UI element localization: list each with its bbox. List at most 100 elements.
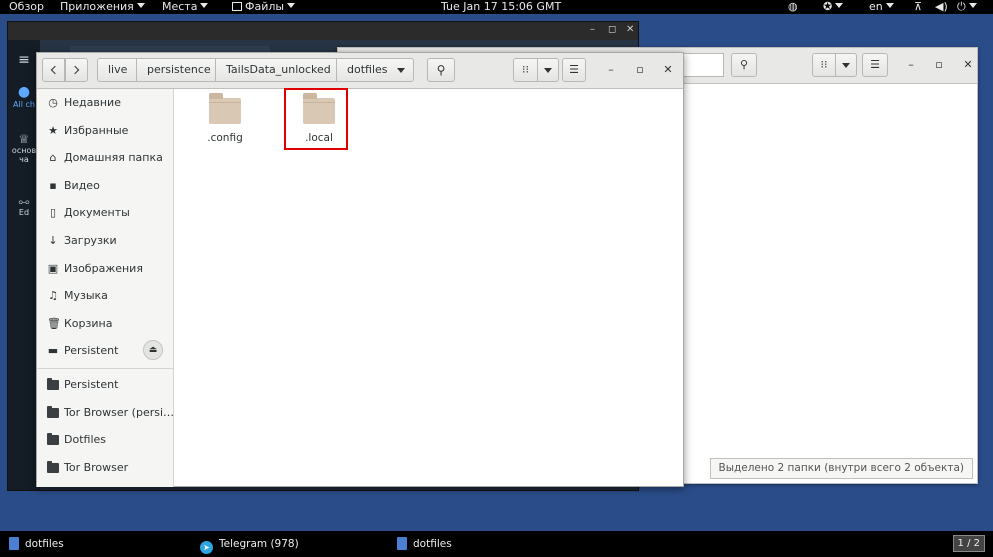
folder-icon — [47, 406, 59, 418]
sidebar-item-starred[interactable]: ★ Избранные — [37, 119, 174, 143]
chevron-down-icon — [842, 63, 850, 68]
video-icon: ▪︎ — [49, 179, 57, 192]
sidebar-item-downloads[interactable]: ↓ Загрузки — [37, 229, 174, 253]
keyboard-layout-menu[interactable]: en — [869, 0, 894, 14]
trash-icon: 🗑︎ — [47, 317, 61, 330]
files-icon — [9, 537, 19, 550]
back-button[interactable] — [42, 58, 65, 82]
files-app-menu[interactable]: Файлы — [232, 0, 296, 14]
hamburger-icon: ☰ — [870, 58, 880, 71]
breadcrumb-persistence[interactable]: persistence — [136, 58, 216, 82]
applications-menu[interactable]: Приложения — [60, 0, 145, 14]
chevron-down-icon — [287, 3, 296, 8]
activities-button[interactable]: Обзор — [9, 0, 44, 14]
view-options-button[interactable] — [537, 58, 559, 82]
task-telegram[interactable]: ➤ Telegram (978) — [200, 537, 299, 554]
minimize-button[interactable]: – — [905, 58, 917, 71]
telegram-icon: ➤ — [200, 541, 213, 554]
maximize-button[interactable]: ◻ — [608, 24, 616, 35]
folder-icon — [209, 93, 241, 124]
sidebar-bookmark-persistent[interactable]: Persistent — [37, 373, 174, 397]
minimize-button[interactable]: – — [590, 24, 595, 35]
menu-button[interactable]: ☰ — [862, 53, 888, 77]
maximize-button[interactable]: ▫ — [933, 58, 945, 71]
sidebar-item-pictures[interactable]: ▣ Изображения — [37, 257, 174, 281]
accessibility-menu[interactable]: ✪ — [823, 0, 844, 14]
red-annotation-box — [284, 88, 348, 150]
eject-icon[interactable]: ⏏ — [143, 340, 163, 360]
clock-icon: ◷ — [48, 96, 58, 109]
chevron-down-icon — [968, 3, 977, 8]
sidebar-item-documents[interactable]: ▯ Документы — [37, 201, 174, 225]
breadcrumb-dotfiles[interactable]: dotfiles — [336, 58, 414, 82]
chevron-right-icon — [70, 65, 80, 75]
menu-button[interactable]: ☰ — [562, 58, 586, 82]
chevron-down-icon — [544, 68, 552, 73]
breadcrumb-tailsdata[interactable]: TailsData_unlocked — [215, 58, 337, 82]
workspace-indicator[interactable]: 1 / 2 — [952, 535, 985, 552]
breadcrumb-live[interactable]: live — [97, 58, 137, 82]
folder-icon — [47, 461, 59, 473]
maximize-button[interactable]: ▫ — [634, 63, 646, 76]
sidebar-bookmark-tor-browser[interactable]: Tor Browser — [37, 456, 174, 480]
sidebar-item-recent[interactable]: ◷ Недавние — [37, 91, 174, 115]
sidebar-item-label: Избранные — [64, 124, 129, 137]
sidebar-item-label: Корзина — [64, 317, 113, 330]
drive-icon: ▬ — [47, 344, 59, 357]
close-button[interactable]: ✕ — [626, 24, 634, 35]
sidebar-item-trash[interactable]: 🗑︎ Корзина — [37, 312, 174, 336]
clock[interactable]: Tue Jan 17 15:06 GMT — [441, 0, 561, 14]
folder-label: основ ча — [11, 146, 37, 164]
files-icon — [232, 2, 242, 11]
sidebar-item-label: Недавние — [64, 96, 121, 109]
task-label: Telegram (978) — [219, 538, 299, 550]
home-icon: ⌂ — [49, 151, 57, 164]
network-icon[interactable]: ⊼ — [914, 0, 922, 14]
power-icon: ⏻ — [957, 0, 966, 13]
search-icon: ⚲ — [739, 58, 749, 71]
list-view-icon: ⁝⁝ — [820, 58, 828, 71]
search-icon: ⚲ — [436, 63, 446, 77]
search-button[interactable]: ⚲ — [427, 58, 455, 82]
task-dotfiles-1[interactable]: dotfiles — [9, 537, 64, 551]
tor-onion-icon[interactable]: ◍ — [788, 0, 798, 14]
task-dotfiles-2[interactable]: dotfiles — [397, 537, 452, 551]
hamburger-icon: ☰ — [569, 63, 579, 76]
sidebar-divider — [37, 368, 174, 369]
forward-button[interactable] — [65, 58, 88, 82]
applications-label: Приложения — [60, 0, 134, 13]
sidebar-item-label: Документы — [64, 206, 130, 219]
folder-icon — [47, 433, 59, 445]
close-button[interactable]: ✕ — [662, 63, 674, 76]
sidebar-item-videos[interactable]: ▪︎ Видео — [37, 174, 174, 198]
chevron-down-icon — [397, 68, 405, 73]
sidebar-item-label: Загрузки — [64, 234, 117, 247]
close-button[interactable]: ✕ — [962, 58, 974, 71]
system-menu[interactable]: ⏻ — [957, 0, 977, 14]
chevron-down-icon — [136, 3, 145, 8]
sidebar-item-persistent-drive[interactable]: ▬ Persistent ⏏ — [37, 339, 174, 363]
music-icon: ♫ — [48, 289, 58, 302]
view-list-button[interactable]: ⁝⁝ — [812, 53, 836, 77]
search-button[interactable]: ⚲ — [731, 53, 757, 77]
sidebar-item-home[interactable]: ⌂ Домашняя папка — [37, 146, 174, 170]
places-label: Места — [162, 0, 198, 13]
sidebar-bookmark-dotfiles[interactable]: Dotfiles — [37, 428, 174, 452]
places-menu[interactable]: Места — [162, 0, 209, 14]
sidebar-bookmark-tor-browser-persistent[interactable]: Tor Browser (persi… — [37, 401, 174, 425]
sidebar-item-label: Dotfiles — [64, 433, 106, 446]
sidebar-item-label: Домашняя папка — [64, 151, 163, 164]
folder-item-config[interactable]: .config — [193, 93, 257, 144]
view-list-button[interactable]: ⁝⁝ — [513, 58, 538, 82]
sidebar-item-label: Persistent — [64, 378, 119, 391]
minimize-button[interactable]: – — [605, 63, 617, 76]
sidebar-item-label: Музыка — [64, 289, 108, 302]
top-bar: Обзор Приложения Места Файлы Tue Jan 17 … — [0, 0, 993, 14]
files-label: Файлы — [245, 0, 285, 13]
sidebar-item-music[interactable]: ♫ Музыка — [37, 284, 174, 308]
volume-icon[interactable]: ◀︎) — [935, 0, 948, 14]
star-icon: ★ — [48, 124, 58, 137]
places-sidebar: ◷ Недавние ★ Избранные ⌂ Домашняя папка ▪︎ В… — [37, 89, 174, 487]
headerbar: live persistence TailsData_unlocked dotf… — [37, 53, 683, 89]
view-options-button[interactable] — [835, 53, 857, 77]
